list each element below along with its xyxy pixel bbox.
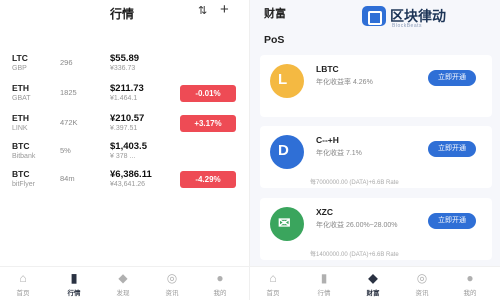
change-badge [180,143,236,160]
change-badge: -0.01% [180,85,236,102]
wealth-title: 财富 [264,8,286,20]
market-volume: 296 [60,58,73,67]
market-price: ¥210.57 [110,113,145,124]
market-price: $55.89 [110,53,140,64]
tab-label: 首页 [266,290,280,297]
tab-home[interactable]: ⌂ 首页 [8,271,38,297]
market-exchange: LINK [12,125,28,132]
user-icon: ● [466,271,474,285]
coin-name: XZC [316,207,333,217]
brand-watermark: 区块律动 BlockBeats [362,4,500,30]
tab-label: 资讯 [415,290,429,297]
brand-subtitle: BlockBeats [392,23,423,29]
market-volume: 5% [60,146,71,155]
market-cny-price: ¥336.73 [110,65,136,72]
diamond-icon: ◆ [118,271,128,285]
compass-icon: ◎ [166,271,178,285]
tab-wealth[interactable]: ◆ 财富 [358,271,388,297]
staking-meta: 每7000000.00 (DATA)+6.6B Rate [310,180,399,186]
market-exchange: bitFlyer [12,181,35,188]
tab-label: 发现 [116,290,130,297]
annual-rate: 年化收益 7.1% [316,150,362,157]
add-icon[interactable]: + [220,1,229,18]
market-exchange: GBAT [12,95,31,102]
market-symbol: ETH [12,83,29,93]
staking-card[interactable]: ✉ XZC 年化收益 26.00%~28.00% 每1400000.00 (DA… [260,198,492,260]
market-header: 行情 ⇅ + [0,0,250,24]
tab-discover[interactable]: ◆ 发现 [108,271,138,297]
market-exchange: Bitbank [12,153,36,160]
subscribe-button[interactable]: 立即开通 [428,70,476,86]
market-row[interactable]: BTC bitFlyer 84m ¥6,386.11 ¥43,641.26 -4… [0,166,250,202]
chart-icon: ▮ [70,271,78,285]
filter-icon[interactable]: ⇅ [198,4,210,17]
bottom-tab-bar: ⌂ 首页 ▮ 行情 ◆ 发现 ◎ 资讯 ● 我的 [0,266,250,300]
market-cny-price: ¥1.464.1 [110,95,138,102]
tab-label: 行情 [317,290,331,297]
annual-rate: 年化收益率 4.26% [316,79,373,86]
market-volume: 84m [60,174,75,183]
staking-meta: 每1400000.00 (DATA)+6.6B Rate [310,252,399,258]
coin-icon: L [270,64,304,98]
tab-profile[interactable]: ● 我的 [455,271,485,297]
coin-name: LBTC [316,64,339,74]
compass-icon: ◎ [416,271,428,285]
subscribe-button[interactable]: 立即开通 [428,213,476,229]
home-icon: ⌂ [19,271,27,285]
change-badge [180,55,236,72]
home-icon: ⌂ [269,271,277,285]
change-badge: -4.29% [180,171,236,188]
tab-label: 我的 [213,290,227,297]
market-volume: 472K [60,118,78,127]
market-price: $211.73 [110,83,144,94]
coin-name: C--+H [316,135,339,145]
market-price: ¥6,386.11 [110,169,152,180]
subscribe-button[interactable]: 立即开通 [428,141,476,157]
change-badge: +3.17% [180,115,236,132]
chart-icon: ▮ [320,271,328,285]
tab-label: 资讯 [165,290,179,297]
tab-label: 行情 [67,290,81,297]
market-panel: 行情 ⇅ + LTC GBP 296 $55.89 ¥336.73 ETH GB… [0,0,250,300]
tab-news[interactable]: ◎ 资讯 [407,271,437,297]
tab-market[interactable]: ▮ 行情 [59,271,89,297]
market-symbol: LTC [12,53,28,63]
brand-logo-icon [362,6,386,26]
wealth-panel: 财富 区块律动 BlockBeats PoS L LBTC 年化收益率 4.26… [250,0,500,300]
annual-rate: 年化收益 26.00%~28.00% [316,222,398,229]
market-cny-price: ¥43,641.26 [110,181,146,188]
market-cny-price: ¥.397.51 [110,125,138,132]
tab-home[interactable]: ⌂ 首页 [258,271,288,297]
market-cny-price: ¥ 378 ... [110,153,136,160]
market-symbol: ETH [12,113,29,123]
market-price: $1,403.5 [110,141,147,152]
coin-icon: ✉ [270,207,304,241]
staking-card[interactable]: L LBTC 年化收益率 4.26% 立即开通 [260,55,492,117]
tab-label: 我的 [463,290,477,297]
staking-card[interactable]: D C--+H 年化收益 7.1% 每7000000.00 (DATA)+6.6… [260,126,492,188]
tab-profile[interactable]: ● 我的 [205,271,235,297]
tab-market[interactable]: ▮ 行情 [309,271,339,297]
coin-icon: D [270,135,304,169]
market-exchange: GBP [12,65,27,72]
user-icon: ● [216,271,224,285]
tab-news[interactable]: ◎ 资讯 [157,271,187,297]
tab-label: 财富 [366,290,380,297]
market-title: 行情 [110,7,135,21]
section-title: PoS [264,34,285,46]
tab-label: 首页 [16,290,30,297]
market-symbol: BTC [12,169,30,179]
market-volume: 1825 [60,88,77,97]
bottom-tab-bar: ⌂ 首页 ▮ 行情 ◆ 财富 ◎ 资讯 ● 我的 [250,266,500,300]
market-symbol: BTC [12,141,30,151]
diamond-icon: ◆ [368,271,378,285]
